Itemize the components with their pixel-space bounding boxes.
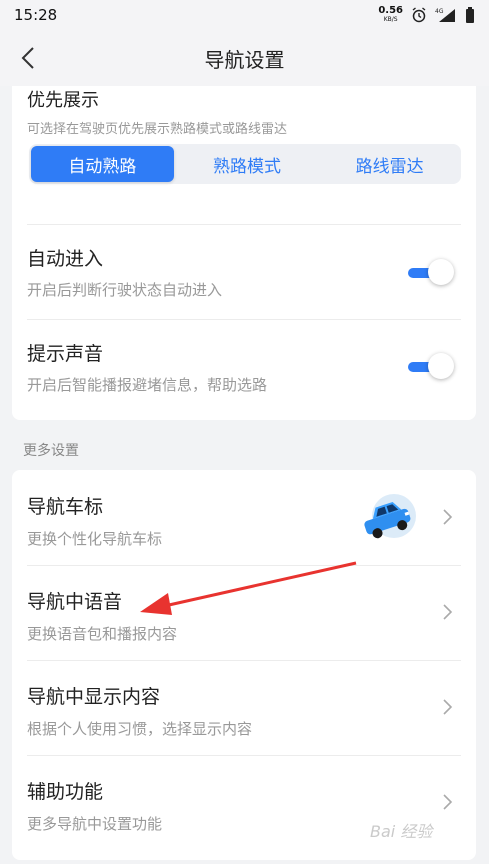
net-speed: 0.56 KB/S bbox=[378, 6, 403, 24]
priority-subtitle: 可选择在驾驶页优先展示熟路模式或路线雷达 bbox=[27, 122, 288, 137]
list-item-title: 导航车标 bbox=[27, 496, 104, 518]
list-item-subtitle: 更换个性化导航车标 bbox=[27, 530, 163, 548]
chevron-right-icon bbox=[443, 794, 453, 810]
list-item-title: 导航中语音 bbox=[27, 591, 123, 613]
toggle-knob bbox=[428, 259, 454, 285]
list-item-subtitle: 更多导航中设置功能 bbox=[27, 815, 163, 833]
auto-enter-subtitle: 开启后判断行驶状态自动进入 bbox=[27, 281, 223, 299]
list-item-nav-voice[interactable]: 导航中语音 更换语音包和播报内容 bbox=[12, 565, 476, 660]
status-bar: 15:28 0.56 KB/S 4G bbox=[0, 0, 489, 30]
chevron-right-icon bbox=[443, 699, 453, 715]
chevron-right-icon bbox=[443, 509, 453, 525]
divider bbox=[27, 224, 461, 225]
list-item-subtitle: 根据个人使用习惯，选择显示内容 bbox=[27, 720, 253, 738]
list-item-title: 导航中显示内容 bbox=[27, 686, 161, 708]
list-item-subtitle: 更换语音包和播报内容 bbox=[27, 625, 178, 643]
auto-enter-toggle[interactable] bbox=[408, 258, 454, 288]
auto-enter-title: 自动进入 bbox=[27, 248, 104, 270]
net-speed-value: 0.56 bbox=[378, 5, 403, 16]
page-title: 导航设置 bbox=[204, 47, 285, 72]
more-settings-card: 导航车标 更换个性化导航车标 导航中语音 更换语音包和播报内容 导航中显示内容 … bbox=[12, 470, 476, 860]
priority-segmented-control: 自动熟路 熟路模式 路线雷达 bbox=[29, 144, 461, 184]
nav-bar: 导航设置 bbox=[0, 30, 489, 86]
back-button[interactable] bbox=[12, 42, 44, 74]
segment-familiar-mode[interactable]: 熟路模式 bbox=[176, 144, 319, 184]
signal-4g-icon: 4G bbox=[435, 8, 455, 22]
segment-route-radar[interactable]: 路线雷达 bbox=[318, 144, 461, 184]
sound-alert-subtitle: 开启后智能播报避堵信息，帮助选路 bbox=[27, 376, 268, 394]
driving-settings-card: 优先展示 可选择在驾驶页优先展示熟路模式或路线雷达 自动熟路 熟路模式 路线雷达… bbox=[12, 86, 476, 420]
toggle-knob bbox=[428, 353, 454, 379]
car-avatar-icon bbox=[364, 494, 416, 539]
baidu-watermark: Bai 经验 bbox=[370, 822, 433, 841]
svg-text:4G: 4G bbox=[435, 8, 444, 15]
divider bbox=[27, 319, 461, 320]
status-icons: 0.56 KB/S 4G bbox=[378, 6, 475, 24]
list-item-title: 辅助功能 bbox=[27, 781, 104, 803]
sound-alert-row: 提示声音 开启后智能播报避堵信息，帮助选路 bbox=[27, 339, 461, 395]
sound-alert-toggle[interactable] bbox=[408, 352, 454, 382]
more-settings-label: 更多设置 bbox=[23, 443, 79, 459]
battery-icon bbox=[466, 7, 474, 23]
list-item-nav-car-icon[interactable]: 导航车标 更换个性化导航车标 bbox=[12, 470, 476, 565]
net-speed-unit: KB/S bbox=[383, 16, 398, 23]
chevron-right-icon bbox=[443, 604, 453, 620]
sound-alert-title: 提示声音 bbox=[27, 343, 104, 365]
status-time: 15:28 bbox=[14, 6, 58, 24]
chevron-left-icon bbox=[21, 47, 34, 69]
alarm-icon bbox=[412, 7, 426, 23]
auto-enter-row: 自动进入 开启后判断行驶状态自动进入 bbox=[27, 244, 461, 300]
segment-auto-familiar[interactable]: 自动熟路 bbox=[31, 146, 174, 182]
list-item-nav-display[interactable]: 导航中显示内容 根据个人使用习惯，选择显示内容 bbox=[12, 660, 476, 755]
priority-title: 优先展示 bbox=[27, 90, 99, 111]
